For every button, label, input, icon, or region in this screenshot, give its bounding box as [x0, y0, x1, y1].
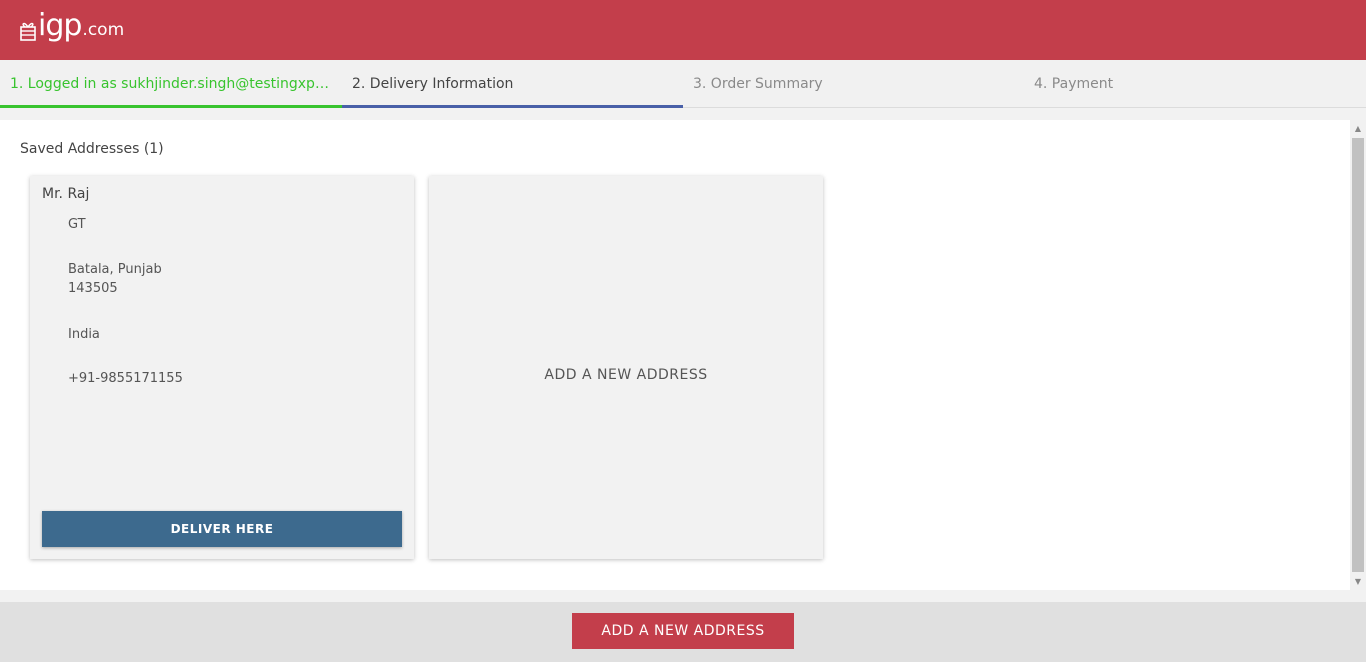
address-line1: GT	[68, 217, 86, 232]
checkout-steps: 1. Logged in as sukhjinder.singh@testing…	[0, 60, 1366, 108]
address-card: Mr. Raj GT Batala, Punjab 143505 India +…	[30, 176, 414, 559]
footer-bar: ADD A NEW ADDRESS	[0, 602, 1366, 662]
address-name: Mr. Raj	[42, 186, 90, 202]
address-city-state: Batala, Punjab	[68, 262, 162, 277]
logo-domain: .com	[82, 20, 125, 40]
igp-logo[interactable]: igp .com	[20, 11, 124, 41]
step-login[interactable]: 1. Logged in as sukhjinder.singh@testing…	[0, 60, 342, 108]
step-payment: 4. Payment	[1034, 76, 1114, 92]
saved-addresses-panel: Saved Addresses (1) Mr. Raj GT Batala, P…	[0, 120, 1350, 590]
gift-icon	[20, 19, 36, 41]
logo-text: igp	[38, 8, 82, 43]
deliver-here-button[interactable]: DELIVER HERE	[42, 511, 402, 547]
arrow-up-icon[interactable]: ▲	[1350, 120, 1366, 137]
add-new-address-button[interactable]: ADD A NEW ADDRESS	[572, 613, 794, 649]
scrollbar-thumb[interactable]	[1352, 138, 1364, 572]
address-pincode: 143505	[68, 281, 118, 296]
top-bar: igp .com	[0, 0, 1366, 60]
step-delivery-information[interactable]: 2. Delivery Information	[342, 60, 683, 108]
arrow-down-icon[interactable]: ▼	[1350, 573, 1366, 590]
saved-addresses-title: Saved Addresses (1)	[20, 141, 164, 157]
address-phone: +91-9855171155	[68, 371, 183, 386]
step-order-summary: 3. Order Summary	[693, 76, 823, 92]
vertical-scrollbar[interactable]: ▲ ▼	[1350, 120, 1366, 590]
address-country: India	[68, 327, 100, 342]
add-new-address-card-label: ADD A NEW ADDRESS	[544, 367, 708, 383]
add-new-address-card[interactable]: ADD A NEW ADDRESS	[429, 176, 823, 559]
